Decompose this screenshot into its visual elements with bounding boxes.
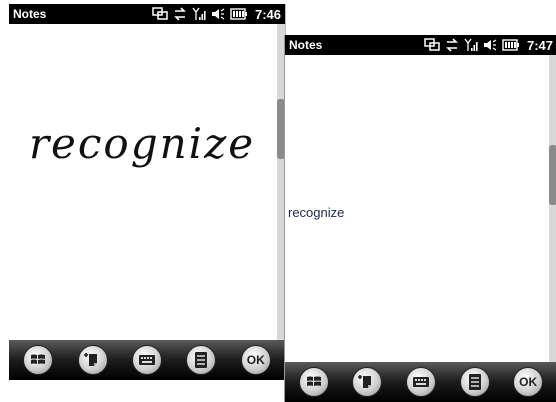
keyboard-button[interactable] xyxy=(131,345,162,375)
scrollbar-thumb[interactable] xyxy=(549,145,556,205)
windows-start-icon xyxy=(29,351,47,369)
clock: 7:46 xyxy=(254,6,281,22)
note-text-area[interactable]: recognize xyxy=(285,55,556,362)
menu-icon xyxy=(194,351,208,369)
ok-button[interactable]: OK xyxy=(513,367,544,397)
recognized-text[interactable]: recognize xyxy=(288,205,344,220)
sync-icon[interactable] xyxy=(424,38,440,52)
bottom-toolbar: OK xyxy=(9,340,285,380)
start-button[interactable] xyxy=(23,345,54,375)
ok-label: OK xyxy=(519,375,538,389)
status-bar: Notes 7:47 xyxy=(285,35,556,55)
volume-icon[interactable] xyxy=(211,7,225,21)
menu-icon xyxy=(468,373,482,391)
menu-button[interactable] xyxy=(459,367,490,397)
new-note-icon xyxy=(83,351,102,369)
new-note-icon xyxy=(358,373,376,391)
data-transfer-icon[interactable] xyxy=(173,7,187,21)
signal-icon[interactable] xyxy=(464,38,478,52)
status-bar: Notes 7:46 xyxy=(9,4,285,24)
keyboard-button[interactable] xyxy=(405,367,436,397)
ok-label: OK xyxy=(246,353,265,367)
new-note-button[interactable] xyxy=(77,345,108,375)
bottom-toolbar: OK xyxy=(285,362,556,402)
notes-screen-recognized: Notes 7:47 recognize OK xyxy=(284,35,556,402)
keyboard-icon xyxy=(412,375,430,389)
volume-icon[interactable] xyxy=(483,38,497,52)
clock: 7:47 xyxy=(526,37,553,53)
battery-icon[interactable] xyxy=(502,39,520,51)
keyboard-icon xyxy=(138,353,156,367)
new-note-button[interactable] xyxy=(352,367,383,397)
note-canvas[interactable]: recognize xyxy=(9,24,285,340)
signal-icon[interactable] xyxy=(192,7,206,21)
battery-icon[interactable] xyxy=(230,8,248,20)
handwritten-ink: recognize xyxy=(28,119,256,168)
start-button[interactable] xyxy=(298,367,329,397)
status-icons: 7:47 xyxy=(424,37,553,53)
menu-button[interactable] xyxy=(186,345,217,375)
status-icons: 7:46 xyxy=(152,6,281,22)
app-title: Notes xyxy=(289,38,323,52)
app-title: Notes xyxy=(13,7,47,21)
scrollbar[interactable] xyxy=(549,55,556,362)
ok-button[interactable]: OK xyxy=(240,345,271,375)
windows-start-icon xyxy=(305,373,323,391)
data-transfer-icon[interactable] xyxy=(445,38,459,52)
sync-icon[interactable] xyxy=(152,7,168,21)
notes-screen-handwriting: Notes 7:46 recognize OK xyxy=(9,4,286,380)
